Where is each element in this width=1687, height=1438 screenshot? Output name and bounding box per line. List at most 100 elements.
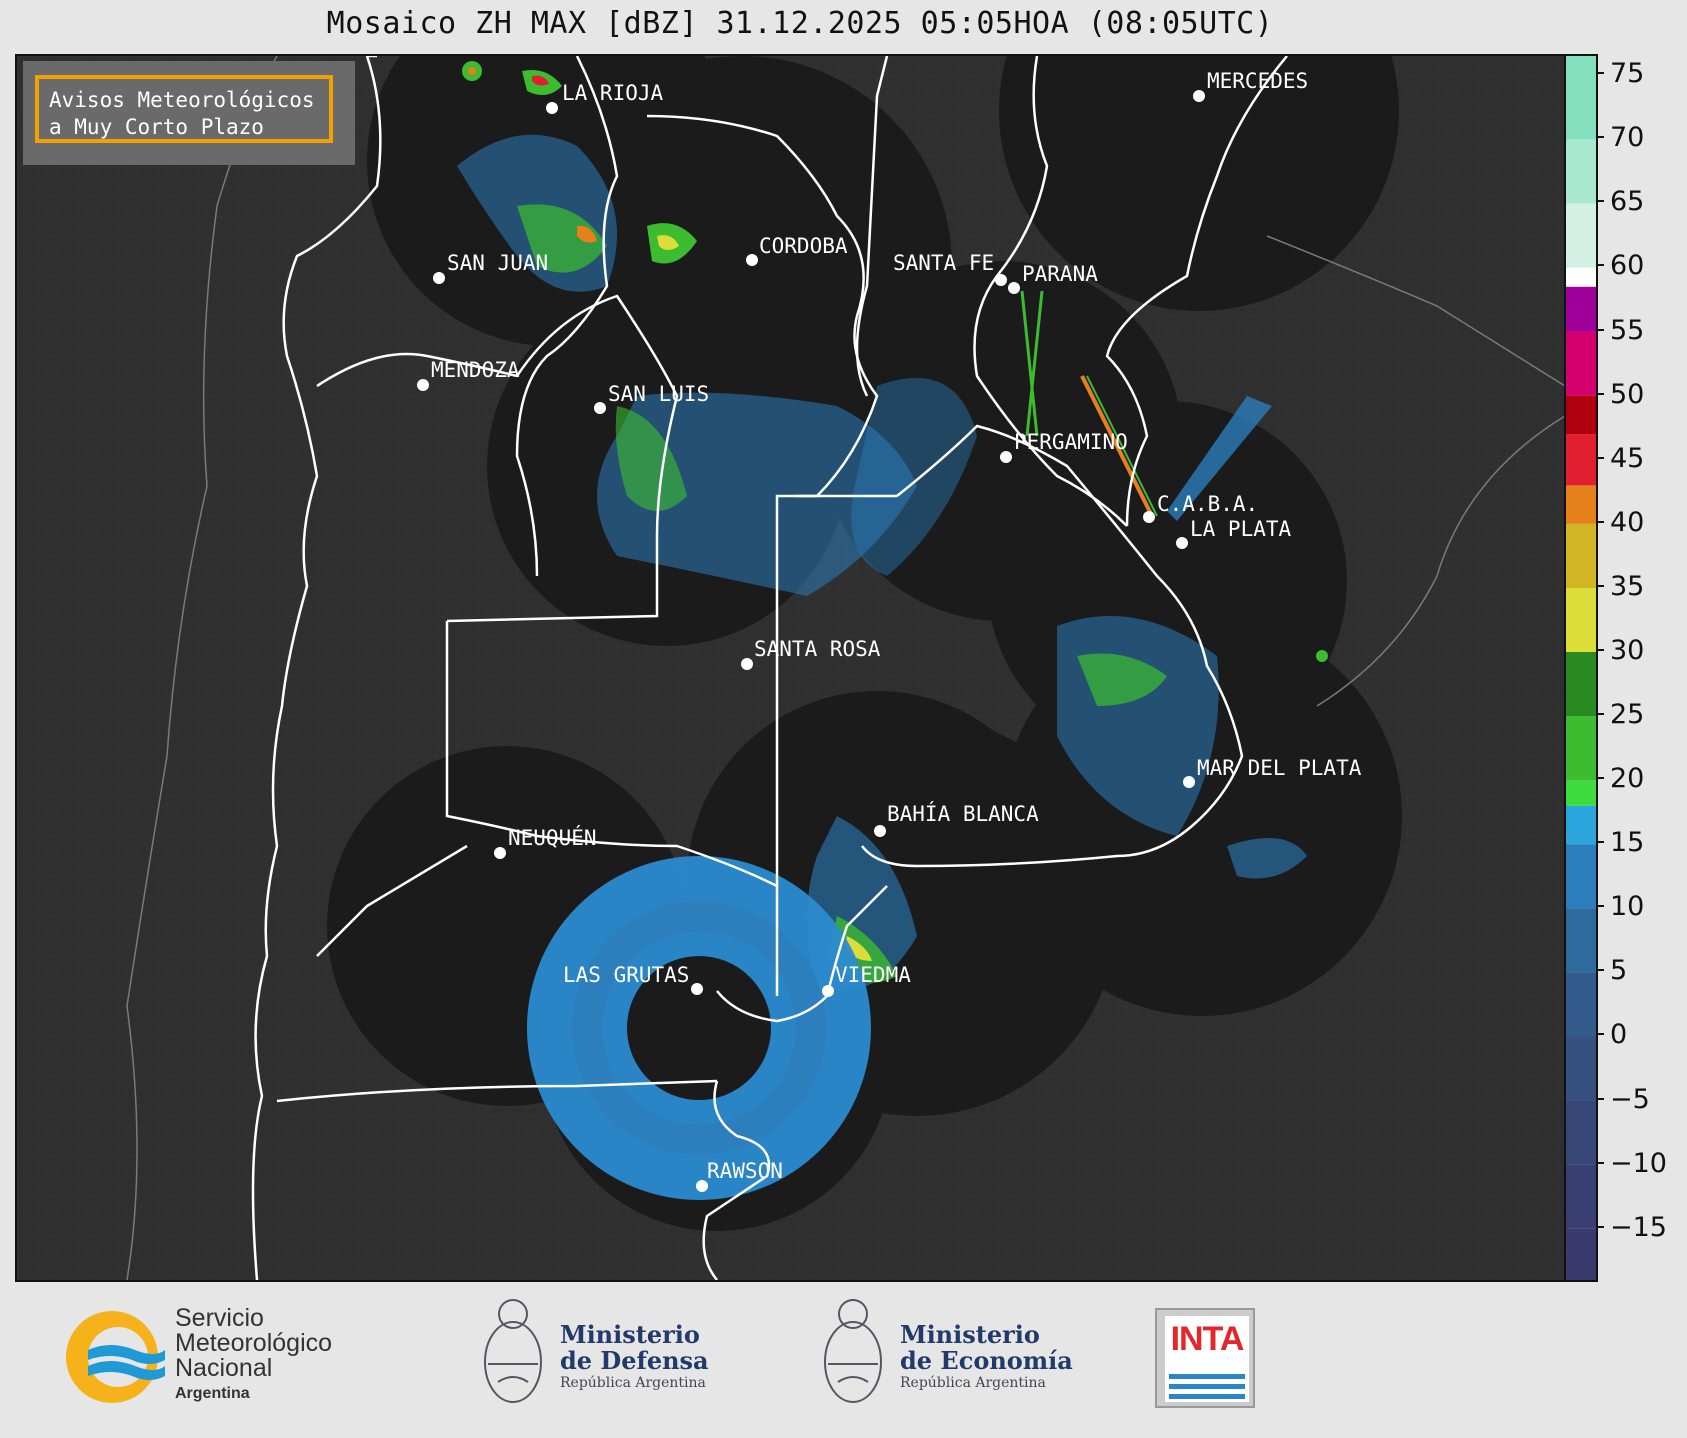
colorbar-band xyxy=(1566,395,1596,435)
city-label: MERCEDES xyxy=(1207,69,1308,93)
colorbar-tick: 50 xyxy=(1596,378,1687,410)
tick-label: −15 xyxy=(1610,1211,1667,1243)
notice-line-1: Avisos Meteorológicos xyxy=(49,88,315,112)
logo-strip: Servicio Meteorológico Nacional Argentin… xyxy=(0,1282,1687,1438)
colorbar-band xyxy=(1566,651,1596,717)
notice-panel: Avisos Meteorológicos a Muy Corto Plazo xyxy=(23,61,355,165)
tick-mark xyxy=(1596,969,1604,972)
tick-mark xyxy=(1596,136,1604,139)
city-label: MENDOZA xyxy=(431,358,520,382)
colorbar-band xyxy=(1566,434,1596,486)
city-label: BAHÍA BLANCA xyxy=(887,801,1039,826)
notice-line-2: a Muy Corto Plazo xyxy=(49,115,264,139)
city-label: LA PLATA xyxy=(1190,517,1292,541)
city-label: VIEDMA xyxy=(835,963,911,987)
colorbar-tick: −15 xyxy=(1596,1211,1687,1243)
inta-logo: INTA xyxy=(1155,1308,1255,1408)
tick-label: 15 xyxy=(1610,827,1645,859)
tick-label: 35 xyxy=(1610,570,1645,602)
tick-label: 55 xyxy=(1610,314,1645,346)
colorbar-band xyxy=(1566,56,1596,140)
tick-label: 50 xyxy=(1610,378,1645,410)
colorbar-tick: −10 xyxy=(1596,1147,1687,1179)
colorbar-tick: 10 xyxy=(1596,891,1687,923)
smn-logo: Servicio Meteorológico Nacional Argentin… xyxy=(60,1282,380,1432)
tick-label: 25 xyxy=(1610,699,1645,731)
colorbar-tick: 65 xyxy=(1596,186,1687,217)
map-canvas: LA RIOJA MERCEDES SAN JUAN CORDOBA SANTA… xyxy=(17,56,1565,1280)
economia-sub: República Argentina xyxy=(900,1375,1046,1391)
tick-label: 75 xyxy=(1610,58,1645,90)
colorbar-band xyxy=(1566,908,1596,973)
colorbar-tick: 25 xyxy=(1596,699,1687,731)
city-label: SAN JUAN xyxy=(447,251,548,275)
tick-mark xyxy=(1596,1033,1604,1036)
smn-emblem-icon xyxy=(66,1311,165,1403)
coat-of-arms-icon xyxy=(484,1299,542,1403)
tick-mark xyxy=(1596,841,1604,844)
tick-mark xyxy=(1596,392,1604,395)
tick-mark xyxy=(1596,328,1604,331)
notice-box: Avisos Meteorológicos a Muy Corto Plazo xyxy=(35,75,333,143)
defensa-line-2: de Defensa xyxy=(560,1346,709,1375)
colorbar-band xyxy=(1566,1164,1596,1229)
colorbar-tick: 45 xyxy=(1596,442,1687,474)
city-label: CORDOBA xyxy=(759,234,848,258)
tick-mark xyxy=(1596,584,1604,587)
colorbar-tick: 15 xyxy=(1596,827,1687,859)
colorbar-band xyxy=(1566,1228,1596,1280)
colorbar-tick: 30 xyxy=(1596,634,1687,666)
tick-label: 10 xyxy=(1610,891,1645,923)
colorbar-band xyxy=(1566,267,1596,287)
tick-label: −5 xyxy=(1610,1083,1650,1115)
tick-mark xyxy=(1596,520,1604,523)
tick-label: −10 xyxy=(1610,1147,1667,1179)
colorbar-band xyxy=(1566,780,1596,806)
city-label: SANTA FE xyxy=(893,251,994,275)
city-label: SAN LUIS xyxy=(608,382,709,406)
smn-line-3: Nacional xyxy=(175,1354,273,1382)
colorbar-band xyxy=(1566,1036,1596,1101)
colorbar-band xyxy=(1566,716,1596,781)
colorbar-tick: 35 xyxy=(1596,570,1687,602)
tick-label: 30 xyxy=(1610,634,1645,666)
colorbar-band xyxy=(1566,1100,1596,1165)
colorbar-tick: 40 xyxy=(1596,506,1687,538)
tick-mark xyxy=(1596,264,1604,267)
city-label: PERGAMINO xyxy=(1014,430,1128,454)
inta-bar xyxy=(1169,1374,1245,1379)
tick-mark xyxy=(1596,200,1604,203)
tick-mark xyxy=(1596,72,1604,75)
colorbar-tick: 55 xyxy=(1596,314,1687,346)
colorbar-tick: 0 xyxy=(1596,1019,1687,1050)
tick-label: 70 xyxy=(1610,122,1645,154)
coat-of-arms-icon xyxy=(824,1299,882,1403)
city-label: SANTA ROSA xyxy=(754,637,881,661)
tick-mark xyxy=(1596,713,1604,716)
tick-mark xyxy=(1596,1097,1604,1100)
economia-logo: Ministerio de Economía República Argenti… xyxy=(818,1292,1088,1422)
city-label: MAR DEL PLATA xyxy=(1197,756,1362,780)
tick-label: 5 xyxy=(1610,955,1628,987)
city-label: C.A.B.A. xyxy=(1157,492,1258,516)
city-label: NEUQUÉN xyxy=(508,825,597,850)
city-label: RAWSON xyxy=(707,1159,783,1183)
colorbar xyxy=(1564,54,1598,1282)
city-label: LA RIOJA xyxy=(562,81,664,105)
colorbar-band xyxy=(1566,485,1596,524)
inta-bar xyxy=(1169,1384,1245,1389)
colorbar-tick: 70 xyxy=(1596,122,1687,154)
colorbar-band xyxy=(1566,203,1596,268)
map-title: Mosaico ZH MAX [dBZ] 31.12.2025 05:05HOA… xyxy=(326,6,1274,41)
colorbar-tick: 75 xyxy=(1596,58,1687,90)
tick-mark xyxy=(1596,456,1604,459)
tick-label: 20 xyxy=(1610,763,1645,795)
radar-map[interactable]: LA RIOJA MERCEDES SAN JUAN CORDOBA SANTA… xyxy=(15,54,1567,1282)
colorbar-tick: −5 xyxy=(1596,1083,1687,1115)
tick-label: 60 xyxy=(1610,250,1645,282)
city-label: PARANA xyxy=(1022,262,1098,286)
tick-label: 45 xyxy=(1610,442,1645,474)
tick-label: 40 xyxy=(1610,506,1645,538)
colorbar-band xyxy=(1566,805,1596,845)
colorbar-ticks: 75 70 65 60 55 50 45 40 35 30 25 20 15 10 5 0 −5 −10 −15 xyxy=(1596,54,1687,1282)
